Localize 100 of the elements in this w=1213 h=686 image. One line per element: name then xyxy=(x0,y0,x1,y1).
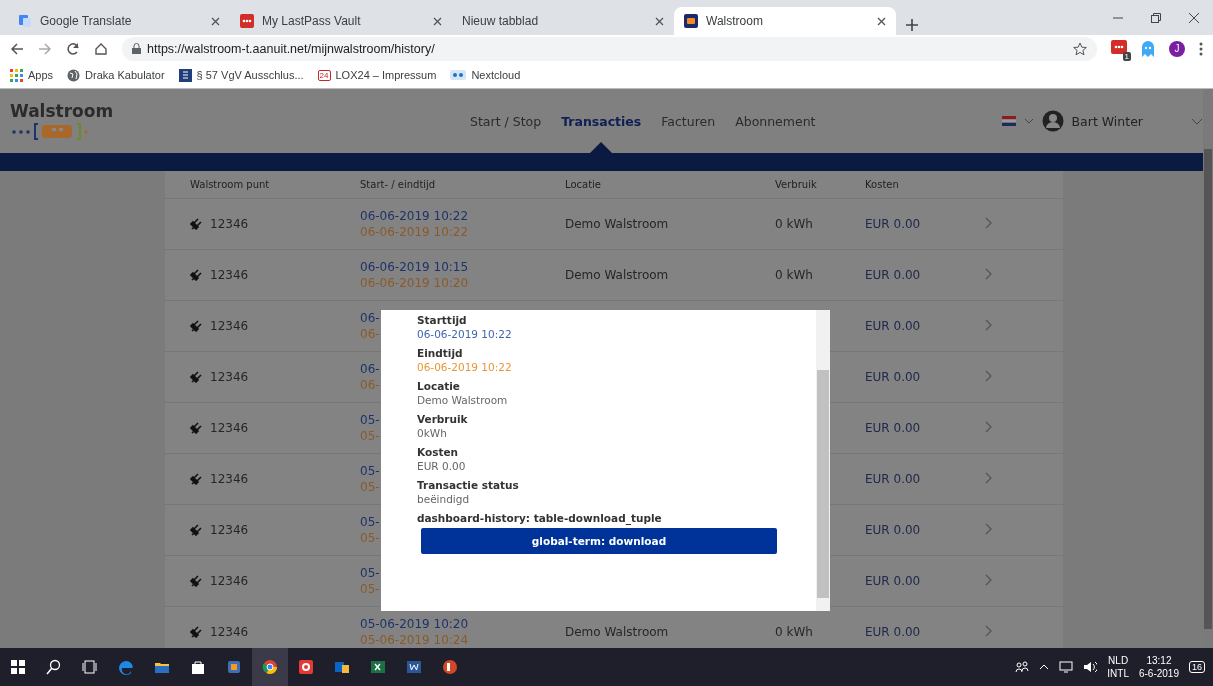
chevron-down-icon[interactable] xyxy=(1191,117,1203,125)
end-time: 06-06-2019 10:22 xyxy=(360,225,469,239)
address-bar[interactable]: https://walstroom-t.aanuit.net/mijnwalstroom/history/ xyxy=(122,36,1097,61)
download-button[interactable]: global-term: download xyxy=(421,528,777,554)
table-cell: 12346 xyxy=(210,574,249,588)
user-avatar-icon[interactable] xyxy=(1041,110,1064,132)
table-cell: 12346 xyxy=(210,217,249,231)
plug-icon xyxy=(190,422,202,434)
end-time: 05-06-2019 10:24 xyxy=(360,633,469,647)
start-time: 06- xyxy=(360,311,380,325)
field-label: Locatie xyxy=(417,380,461,392)
field-value: EUR 0.00 xyxy=(417,460,467,472)
profile-avatar[interactable]: J xyxy=(1169,40,1185,57)
lock-icon xyxy=(132,43,141,54)
start-time: 05- xyxy=(360,464,380,478)
table-cell-text: EUR 0.00 xyxy=(865,421,922,435)
chevron-up-icon[interactable] xyxy=(1039,664,1050,670)
favicon-icon xyxy=(18,14,32,28)
restore-icon[interactable] xyxy=(1151,12,1161,23)
task-view-icon[interactable] xyxy=(82,659,98,675)
close-icon[interactable] xyxy=(1189,12,1199,23)
field-label: Eindtijd xyxy=(417,347,464,359)
close-icon[interactable] xyxy=(655,16,664,26)
shopping-bag-icon[interactable] xyxy=(190,659,206,675)
flag-icon[interactable] xyxy=(1001,116,1016,126)
browser-tab[interactable]: Google Translate xyxy=(8,7,230,35)
table-cell-text: EUR 0.00 xyxy=(865,472,922,486)
network-icon[interactable] xyxy=(1059,661,1074,673)
back-icon[interactable] xyxy=(10,41,24,56)
new-tab-icon[interactable] xyxy=(906,19,918,31)
ghost-icon[interactable] xyxy=(1141,40,1155,57)
end-time: 05- xyxy=(360,480,380,494)
presentation-app-icon[interactable] xyxy=(442,659,458,675)
start-time: 05- xyxy=(360,566,380,580)
table-cell: 12346 xyxy=(210,625,249,639)
column-header: Walstroom punt xyxy=(190,179,271,190)
home-icon[interactable] xyxy=(94,41,108,56)
mail-app-icon[interactable] xyxy=(334,659,350,675)
bookmark-link[interactable]: Draka Kabulator xyxy=(85,69,165,81)
extension-icon[interactable] xyxy=(1111,40,1127,54)
plug-icon xyxy=(190,575,202,587)
chevron-down-icon[interactable] xyxy=(1023,118,1034,124)
browser-tab[interactable]: Nieuw tabblad xyxy=(452,7,674,35)
star-icon[interactable] xyxy=(1073,41,1087,56)
start-time: 05- xyxy=(360,413,380,427)
document-app-icon[interactable] xyxy=(406,659,422,675)
notification-count[interactable]: 16 xyxy=(1189,661,1205,673)
table-cell: 12346 xyxy=(210,421,249,435)
table-cell: Demo Walstroom xyxy=(565,625,669,639)
table-cell-text: EUR 0.00 xyxy=(865,370,922,384)
table-cell-text: EUR 0.00 xyxy=(865,268,922,282)
browser-tab[interactable]: Walstroom xyxy=(674,7,896,35)
scrollbar-thumb[interactable] xyxy=(817,370,829,598)
cloud-icon xyxy=(450,70,467,80)
plug-icon xyxy=(190,218,202,230)
app-icon[interactable] xyxy=(298,659,314,675)
plug-icon xyxy=(190,524,202,536)
table-cell: Demo Walstroom xyxy=(565,217,669,231)
end-time: 05- xyxy=(360,531,380,545)
dialog-scrollbar[interactable] xyxy=(816,310,830,611)
logo-text: Walstroom xyxy=(10,101,115,121)
column-header: Kosten xyxy=(865,179,900,190)
search-icon[interactable] xyxy=(46,659,62,675)
plug-icon xyxy=(190,473,202,485)
table-cell: 0 kWh xyxy=(775,268,813,282)
user-name[interactable]: Bart Winter xyxy=(1071,113,1143,129)
table-cell: 12346 xyxy=(210,370,249,384)
scrollbar-thumb[interactable] xyxy=(1204,149,1212,629)
nav-link[interactable]: Start / Stop xyxy=(470,89,542,153)
bookmark-link[interactable]: Apps xyxy=(28,69,54,81)
browser-logo-icon[interactable] xyxy=(118,659,134,675)
browser-tab[interactable]: My LastPass Vault xyxy=(230,7,452,35)
download-label: dashboard-history: table-download_tuple xyxy=(417,512,663,524)
menu-icon[interactable] xyxy=(1199,41,1203,56)
table-cell-text: EUR 0.00 xyxy=(865,574,922,588)
table-cell-text: EUR 0.00 xyxy=(865,319,922,333)
nav-link[interactable]: Facturen xyxy=(661,89,716,153)
spreadsheet-app-icon[interactable] xyxy=(370,659,386,675)
chrome-logo-icon[interactable] xyxy=(262,659,278,675)
close-icon[interactable] xyxy=(877,16,886,26)
close-icon[interactable] xyxy=(211,16,220,26)
column-header: Start- / eindtijd xyxy=(360,179,437,190)
plug-icon xyxy=(190,269,202,281)
language-code[interactable]: NLD xyxy=(1108,654,1129,667)
end-time: 06-06-2019 10:20 xyxy=(360,276,469,290)
column-header: Locatie xyxy=(565,179,602,190)
speaker-icon[interactable] xyxy=(1083,661,1098,673)
keyboard-layout[interactable]: INTL xyxy=(1107,667,1129,680)
nav-link[interactable]: Abonnement xyxy=(735,89,816,153)
bookmark-link[interactable]: LOX24 – Impressum xyxy=(335,69,437,81)
people-icon[interactable] xyxy=(1015,661,1030,673)
bookmark-link[interactable]: § 57 VgV Ausschlus... xyxy=(196,69,304,81)
clock-date[interactable]: 6-6-2019 xyxy=(1138,667,1179,680)
bookmark-link[interactable]: Nextcloud xyxy=(471,69,521,81)
reload-icon[interactable] xyxy=(66,41,80,56)
clock-time[interactable]: 13:12 xyxy=(1146,654,1172,667)
bookmark-icon: 24 xyxy=(317,69,331,81)
url-text: https://walstroom-t.aanuit.net/mijnwalstroom/history/ xyxy=(147,41,435,56)
close-icon[interactable] xyxy=(433,16,442,26)
windows-logo-icon[interactable] xyxy=(10,659,26,675)
